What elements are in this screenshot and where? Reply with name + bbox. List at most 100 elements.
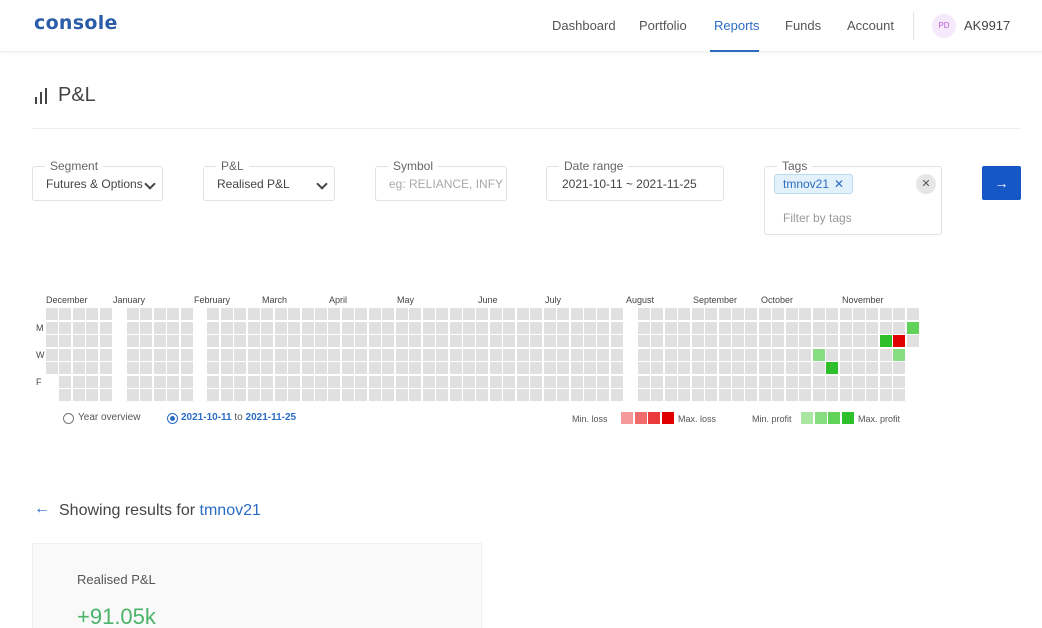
heatmap-day-cell[interactable] bbox=[879, 362, 892, 374]
heatmap-day-cell[interactable] bbox=[516, 362, 529, 374]
heatmap-day-cell[interactable] bbox=[328, 389, 341, 401]
heatmap-day-cell[interactable] bbox=[503, 335, 516, 347]
heatmap-day-cell[interactable] bbox=[207, 362, 220, 374]
heatmap-day-cell[interactable] bbox=[341, 389, 354, 401]
heatmap-day-cell[interactable] bbox=[785, 335, 798, 347]
console-logo[interactable]: console bbox=[34, 12, 118, 34]
heatmap-day-cell[interactable] bbox=[543, 362, 556, 374]
heatmap-day-cell[interactable] bbox=[180, 389, 193, 401]
heatmap-day-cell[interactable] bbox=[853, 389, 865, 401]
heatmap-day-cell[interactable] bbox=[422, 321, 435, 334]
heatmap-day-cell[interactable] bbox=[597, 348, 610, 361]
heatmap-day-cell[interactable] bbox=[772, 362, 785, 374]
heatmap-day-cell[interactable] bbox=[126, 375, 139, 388]
heatmap-day-cell[interactable] bbox=[180, 375, 193, 388]
heatmap-day-cell[interactable] bbox=[893, 362, 906, 374]
heatmap-day-cell[interactable] bbox=[341, 335, 354, 347]
heatmap-day-cell[interactable] bbox=[167, 375, 180, 388]
nav-reports[interactable]: Reports bbox=[714, 18, 760, 33]
heatmap-day-cell[interactable] bbox=[731, 362, 744, 374]
heatmap-day-cell[interactable] bbox=[853, 321, 865, 334]
heatmap-day-cell[interactable] bbox=[86, 335, 99, 347]
heatmap-day-cell[interactable] bbox=[274, 389, 287, 401]
heatmap-day-cell[interactable] bbox=[72, 348, 85, 361]
heatmap-day-cell[interactable] bbox=[705, 375, 718, 388]
heatmap-day-cell[interactable] bbox=[516, 308, 529, 320]
heatmap-day-cell[interactable] bbox=[126, 362, 139, 374]
heatmap-day-cell[interactable] bbox=[247, 348, 260, 361]
heatmap-day-cell[interactable] bbox=[826, 335, 839, 347]
heatmap-day-cell[interactable] bbox=[395, 321, 408, 334]
heatmap-day-cell[interactable] bbox=[86, 375, 99, 388]
heatmap-day-cell[interactable] bbox=[557, 321, 570, 334]
heatmap-day-cell[interactable] bbox=[382, 348, 395, 361]
heatmap-day-cell[interactable] bbox=[745, 348, 758, 361]
heatmap-day-cell[interactable] bbox=[140, 308, 153, 320]
heatmap-day-cell[interactable] bbox=[462, 362, 475, 374]
heatmap-day-cell[interactable] bbox=[745, 308, 758, 320]
heatmap-day-cell[interactable] bbox=[328, 375, 341, 388]
heatmap-day-cell[interactable] bbox=[288, 321, 301, 334]
heatmap-day-cell[interactable] bbox=[288, 308, 301, 320]
heatmap-day-cell[interactable] bbox=[664, 389, 677, 401]
heatmap-day-cell[interactable] bbox=[315, 335, 327, 347]
heatmap-day-cell[interactable] bbox=[207, 389, 220, 401]
heatmap-day-cell[interactable] bbox=[637, 362, 650, 374]
heatmap-day-cell[interactable] bbox=[718, 308, 731, 320]
heatmap-day-cell[interactable] bbox=[368, 308, 381, 320]
heatmap-day-cell[interactable] bbox=[234, 308, 247, 320]
heatmap-day-cell[interactable] bbox=[584, 362, 596, 374]
heatmap-day-cell[interactable] bbox=[247, 321, 260, 334]
heatmap-day-cell[interactable] bbox=[584, 321, 596, 334]
tag-chip[interactable]: tmnov21 ✕ bbox=[774, 174, 854, 194]
heatmap-day-cell[interactable] bbox=[274, 308, 287, 320]
heatmap-day-cell[interactable] bbox=[301, 308, 314, 320]
heatmap-day-cell[interactable] bbox=[99, 335, 112, 347]
heatmap-day-cell[interactable] bbox=[462, 321, 475, 334]
heatmap-day-cell[interactable] bbox=[651, 375, 664, 388]
heatmap-day-cell[interactable] bbox=[799, 308, 812, 320]
heatmap-day-cell[interactable] bbox=[745, 375, 758, 388]
heatmap-day-cell[interactable] bbox=[476, 321, 489, 334]
heatmap-day-cell[interactable] bbox=[409, 308, 422, 320]
heatmap-day-cell[interactable] bbox=[530, 335, 543, 347]
heatmap-day-cell[interactable] bbox=[799, 389, 812, 401]
heatmap-day-cell[interactable] bbox=[610, 348, 623, 361]
heatmap-day-cell[interactable] bbox=[274, 348, 287, 361]
heatmap-day-cell[interactable] bbox=[274, 335, 287, 347]
heatmap-day-cell[interactable] bbox=[853, 335, 865, 347]
heatmap-day-cell[interactable] bbox=[207, 321, 220, 334]
heatmap-day-cell[interactable] bbox=[382, 375, 395, 388]
heatmap-day-cell[interactable] bbox=[167, 335, 180, 347]
heatmap-day-cell[interactable] bbox=[691, 335, 704, 347]
heatmap-day-cell[interactable] bbox=[718, 348, 731, 361]
heatmap-day-cell[interactable] bbox=[86, 389, 99, 401]
heatmap-day-cell[interactable] bbox=[99, 389, 112, 401]
heatmap-day-cell[interactable] bbox=[812, 375, 825, 388]
heatmap-day-cell[interactable] bbox=[597, 335, 610, 347]
heatmap-day-cell[interactable] bbox=[839, 375, 852, 388]
heatmap-day-cell[interactable] bbox=[436, 321, 449, 334]
heatmap-day-cell[interactable] bbox=[731, 389, 744, 401]
heatmap-day-cell[interactable] bbox=[220, 335, 233, 347]
heatmap-day-cell[interactable] bbox=[893, 335, 906, 347]
heatmap-day-cell[interactable] bbox=[866, 375, 879, 388]
symbol-input[interactable]: Symbol eg: RELIANCE, INFY bbox=[375, 159, 507, 201]
heatmap-day-cell[interactable] bbox=[785, 375, 798, 388]
heatmap-day-cell[interactable] bbox=[584, 389, 596, 401]
heatmap-day-cell[interactable] bbox=[274, 321, 287, 334]
tags-input[interactable]: Tags tmnov21 ✕ ✕ Filter by tags bbox=[764, 159, 942, 235]
heatmap-day-cell[interactable] bbox=[610, 308, 623, 320]
heatmap-day-cell[interactable] bbox=[315, 375, 327, 388]
heatmap-day-cell[interactable] bbox=[167, 389, 180, 401]
heatmap-day-cell[interactable] bbox=[126, 308, 139, 320]
heatmap-day-cell[interactable] bbox=[476, 375, 489, 388]
heatmap-day-cell[interactable] bbox=[718, 375, 731, 388]
heatmap-day-cell[interactable] bbox=[382, 321, 395, 334]
heatmap-day-cell[interactable] bbox=[785, 308, 798, 320]
heatmap-day-cell[interactable] bbox=[489, 335, 502, 347]
heatmap-day-cell[interactable] bbox=[839, 321, 852, 334]
heatmap-day-cell[interactable] bbox=[866, 348, 879, 361]
heatmap-day-cell[interactable] bbox=[180, 362, 193, 374]
heatmap-day-cell[interactable] bbox=[355, 389, 368, 401]
